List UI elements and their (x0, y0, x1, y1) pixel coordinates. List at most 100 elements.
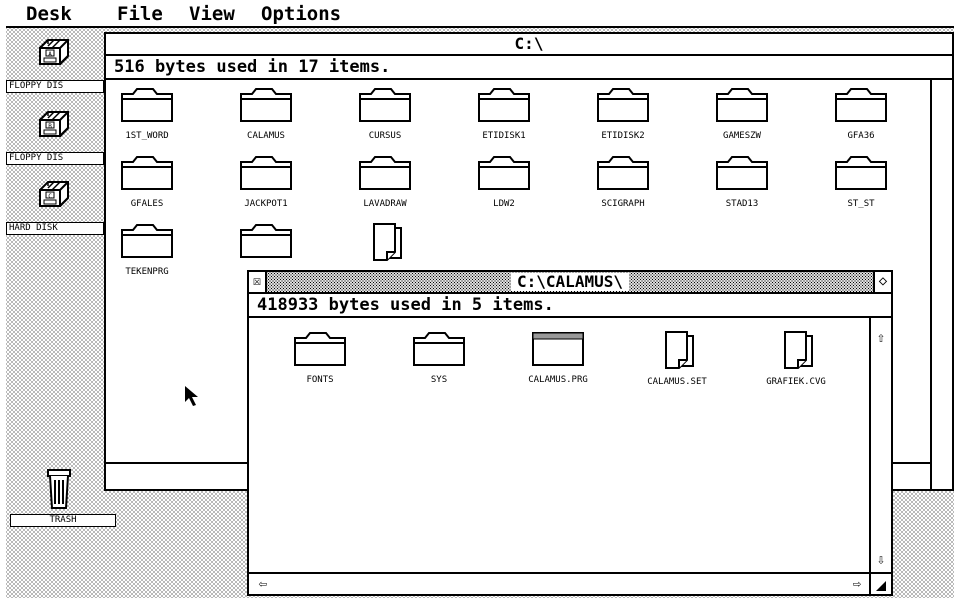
document-icon (665, 331, 694, 369)
folder-icon (240, 224, 292, 258)
file-label: CURSUS (368, 131, 402, 141)
folder-icon (478, 88, 530, 122)
close-box-icon[interactable]: ☒ (249, 272, 267, 292)
file-label: LDW2 (493, 199, 515, 209)
file-label: 1ST_WORD (125, 131, 169, 141)
drive-icon: A (39, 39, 69, 65)
full-box-icon[interactable]: ◇ (873, 272, 891, 292)
desktop-folder-item[interactable]: JACKPOT1 (211, 154, 321, 210)
root-window-info: 516 bytes used in 17 items. (106, 56, 952, 80)
desktop-folder-item[interactable]: GFA36 (806, 86, 916, 142)
drive-letter-c: C (48, 193, 52, 200)
calamus-file-item[interactable]: GRAFIEK.CVG (741, 330, 851, 388)
scroll-up-icon[interactable]: ⇧ (871, 328, 891, 348)
desktop-folder-item[interactable] (211, 222, 321, 267)
scroll-left-icon[interactable]: ⇦ (253, 574, 273, 594)
desktop-folder-item[interactable]: 1ST_WORD (92, 86, 202, 142)
file-label: GAMESZW (723, 131, 761, 141)
desktop-folder-item[interactable]: ETIDISK1 (449, 86, 559, 142)
calamus-window-title: C:\CALAMUS\ (511, 273, 629, 291)
calamus-file-item[interactable]: CALAMUS.PRG (503, 330, 613, 386)
document-icon (373, 223, 402, 261)
file-label: CALAMUS (247, 131, 285, 141)
drive-letter-b: B (48, 123, 52, 130)
folder-icon (835, 156, 887, 190)
calamus-window-titlebar[interactable]: ☒ C:\CALAMUS\ ◇ (249, 272, 891, 294)
folder-icon (716, 156, 768, 190)
folder-icon (359, 88, 411, 122)
folder-icon (413, 332, 465, 366)
floppy-b-icon[interactable]: B (34, 108, 74, 148)
pointer-icon (185, 386, 198, 406)
folder-icon (121, 224, 173, 258)
trash-icon (47, 469, 71, 509)
file-label: GFALES (130, 199, 164, 209)
calamus-file-item[interactable]: FONTS (265, 330, 375, 386)
folder-icon (294, 332, 346, 366)
folder-icon (121, 156, 173, 190)
file-label: FONTS (306, 375, 334, 385)
floppy-a-label: FLOPPY DIS (6, 80, 104, 93)
desktop-folder-item[interactable]: LAVADRAW (330, 154, 440, 210)
drive-icon: B (39, 111, 69, 137)
floppy-b-label: FLOPPY DIS (6, 152, 104, 165)
file-label: LAVADRAW (363, 199, 407, 209)
menu-file[interactable]: File (117, 4, 163, 24)
file-label: GFA36 (847, 131, 875, 141)
calamus-window-info: 418933 bytes used in 5 items. (249, 294, 891, 318)
file-label: ETIDISK2 (601, 131, 645, 141)
folder-icon (716, 88, 768, 122)
calamus-file-item[interactable]: CALAMUS.SET (622, 330, 732, 388)
desktop-folder-item[interactable]: CALAMUS (211, 86, 321, 142)
folder-icon (359, 156, 411, 190)
calamus-horizontal-scrollbar[interactable]: ⇦ ⇨ (249, 572, 869, 594)
desktop-folder-item[interactable]: TEKENPRG (92, 222, 202, 278)
menu-options[interactable]: Options (261, 4, 341, 24)
drive-icon: C (39, 181, 69, 207)
desktop-folder-item[interactable]: GAMESZW (687, 86, 797, 142)
desktop-folder-item[interactable]: ST_ST (806, 154, 916, 210)
scroll-down-icon[interactable]: ⇩ (871, 550, 891, 570)
hard-disk-label: HARD DISK (6, 222, 104, 235)
menu-view[interactable]: View (189, 4, 235, 24)
drive-letter-a: A (48, 51, 52, 58)
document-icon (784, 331, 813, 369)
root-window-vertical-scrollbar[interactable] (930, 80, 952, 489)
file-label: SCIGRAPH (601, 199, 645, 209)
folder-icon (240, 88, 292, 122)
root-window-title: C:\ (508, 35, 550, 53)
menu-desk[interactable]: Desk (26, 4, 72, 24)
root-window-titlebar[interactable]: C:\ (106, 34, 952, 56)
desktop-folder-item[interactable]: ETIDISK2 (568, 86, 678, 142)
file-label: JACKPOT1 (244, 199, 288, 209)
desktop-folder-item[interactable]: GFALES (92, 154, 202, 210)
folder-icon (478, 156, 530, 190)
desktop-folder-item[interactable]: SCIGRAPH (568, 154, 678, 210)
file-label: TEKENPRG (125, 267, 169, 277)
file-label: STAD13 (725, 199, 759, 209)
resize-box-icon[interactable] (869, 572, 891, 594)
calamus-window[interactable]: ☒ C:\CALAMUS\ ◇ 418933 bytes used in 5 i… (247, 270, 893, 596)
file-label: ETIDISK1 (482, 131, 526, 141)
folder-icon (835, 88, 887, 122)
floppy-a-icon[interactable]: A (34, 36, 74, 76)
hard-disk-icon[interactable]: C (34, 178, 74, 218)
calamus-vertical-scrollbar[interactable]: ⇧ ⇩ (869, 318, 891, 572)
desktop-folder-item[interactable]: LDW2 (449, 154, 559, 210)
menu-bar: Desk File View Options (6, 0, 954, 28)
desktop-folder-item[interactable]: CURSUS (330, 86, 440, 142)
scroll-right-icon[interactable]: ⇨ (847, 574, 867, 594)
file-label: CALAMUS.PRG (528, 375, 588, 385)
calamus-file-item[interactable]: SYS (384, 330, 494, 386)
file-label: CALAMUS.SET (647, 377, 707, 387)
trash-label: TRASH (10, 514, 116, 527)
desktop-folder-item[interactable] (330, 222, 440, 269)
program-icon (532, 332, 584, 366)
folder-icon (121, 88, 173, 122)
file-label: GRAFIEK.CVG (766, 377, 826, 387)
desktop-folder-item[interactable]: STAD13 (687, 154, 797, 210)
trash-can[interactable] (44, 468, 74, 512)
folder-icon (240, 156, 292, 190)
folder-icon (597, 88, 649, 122)
folder-icon (597, 156, 649, 190)
